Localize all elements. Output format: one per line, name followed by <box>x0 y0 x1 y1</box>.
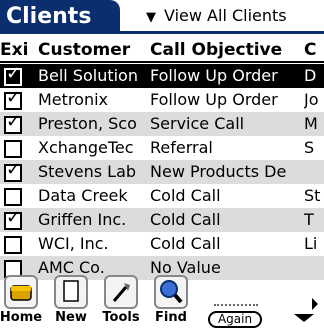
row-checkbox[interactable] <box>4 188 22 206</box>
row-checkbox-cell: ✓ <box>0 160 36 184</box>
find-label: Find <box>155 310 187 325</box>
column-header-call-objective[interactable]: Call Objective <box>150 38 302 62</box>
header-divider <box>0 61 324 63</box>
row-customer: Data Creek <box>38 186 128 205</box>
row-checkbox-cell <box>0 136 36 160</box>
row-checkbox[interactable]: ✓ <box>4 64 22 86</box>
new-button[interactable]: New <box>50 275 92 330</box>
row-checkbox-cell: ✓ <box>0 208 36 232</box>
magnifier-icon <box>154 275 188 309</box>
table-row[interactable]: ✓ Preston, Sco Service Call M <box>0 112 324 136</box>
table-header: Exi Customer Call Objective C <box>0 38 324 63</box>
checkmark-icon: ✓ <box>6 208 22 228</box>
tools-icon <box>104 275 138 309</box>
column-header-exi[interactable]: Exi <box>0 38 36 62</box>
row-call-objective: Follow Up Order <box>150 90 278 109</box>
row-checkbox[interactable] <box>4 236 22 254</box>
row-call-objective: Follow Up Order <box>150 66 278 85</box>
row-c: Jo <box>304 90 319 109</box>
tools-button[interactable]: Tools <box>100 275 142 330</box>
new-label: New <box>55 310 87 325</box>
table-row[interactable]: ✓ Stevens Lab New Products De <box>0 160 324 184</box>
table-row[interactable]: ✓ Metronix Follow Up Order Jo <box>0 88 324 112</box>
tools-label: Tools <box>102 310 140 325</box>
checkmark-icon: ✓ <box>6 112 22 132</box>
row-c: St <box>304 186 321 205</box>
row-checkbox-cell: ✓ <box>0 88 36 112</box>
row-checkbox-cell: ✓ <box>0 64 36 88</box>
row-customer: Griffen Inc. <box>38 210 127 229</box>
row-call-objective: Referral <box>150 138 213 157</box>
row-customer: XchangeTec <box>38 138 134 157</box>
find-button[interactable]: Find <box>150 275 192 330</box>
title-rule <box>0 31 324 34</box>
row-checkbox-cell <box>0 232 36 256</box>
scroll-arrows-icon[interactable] <box>290 296 320 326</box>
column-header-c[interactable]: C <box>304 38 324 62</box>
home-button[interactable]: Home <box>0 275 42 330</box>
row-call-objective: Cold Call <box>150 210 221 229</box>
row-call-objective: Cold Call <box>150 186 221 205</box>
row-call-objective: Service Call <box>150 114 245 133</box>
row-c <box>304 160 324 184</box>
table-row[interactable]: ✓ Griffen Inc. Cold Call T <box>0 208 324 232</box>
again-button[interactable]: Again <box>208 311 262 328</box>
row-customer: Stevens Lab <box>38 162 137 181</box>
table-row[interactable]: ✓ Bell Solution Follow Up Order D <box>0 64 324 88</box>
checkmark-icon: ✓ <box>6 88 22 108</box>
row-checkbox[interactable]: ✓ <box>4 112 22 134</box>
row-c: Li <box>304 234 318 253</box>
view-filter-label: View All Clients <box>164 6 287 25</box>
row-checkbox[interactable]: ✓ <box>4 160 22 182</box>
dotted-separator <box>214 304 258 306</box>
row-checkbox[interactable]: ✓ <box>4 208 22 230</box>
row-c: S <box>304 138 315 157</box>
row-checkbox-cell: ✓ <box>0 112 36 136</box>
row-c: T <box>304 210 314 229</box>
row-customer: Metronix <box>38 90 108 109</box>
bottom-toolbar: Home New Tools Find <box>0 275 324 330</box>
app-title: Clients <box>0 0 120 34</box>
checkmark-icon: ✓ <box>6 64 22 84</box>
row-call-objective: Cold Call <box>150 234 221 253</box>
home-icon <box>4 275 38 309</box>
title-bar: Clients ▼ View All Clients <box>0 0 324 34</box>
column-header-customer[interactable]: Customer <box>38 38 148 62</box>
row-customer: WCI, Inc. <box>38 234 109 253</box>
row-customer: Bell Solution <box>38 66 138 85</box>
row-c: D <box>304 66 317 85</box>
new-document-icon <box>54 275 88 309</box>
row-checkbox[interactable]: ✓ <box>4 88 22 110</box>
row-checkbox[interactable] <box>4 140 22 158</box>
view-filter-dropdown[interactable]: ▼ View All Clients <box>146 0 324 31</box>
table-row[interactable]: XchangeTec Referral S <box>0 136 324 160</box>
row-customer: Preston, Sco <box>38 114 137 133</box>
checkmark-icon: ✓ <box>6 160 22 180</box>
row-call-objective: New Products De <box>150 162 287 181</box>
table-row[interactable]: Data Creek Cold Call St <box>0 184 324 208</box>
row-c: M <box>304 114 318 133</box>
table-row[interactable]: WCI, Inc. Cold Call Li <box>0 232 324 256</box>
row-checkbox-cell <box>0 184 36 208</box>
dropdown-triangle-icon: ▼ <box>146 10 156 25</box>
home-label: Home <box>0 310 43 325</box>
